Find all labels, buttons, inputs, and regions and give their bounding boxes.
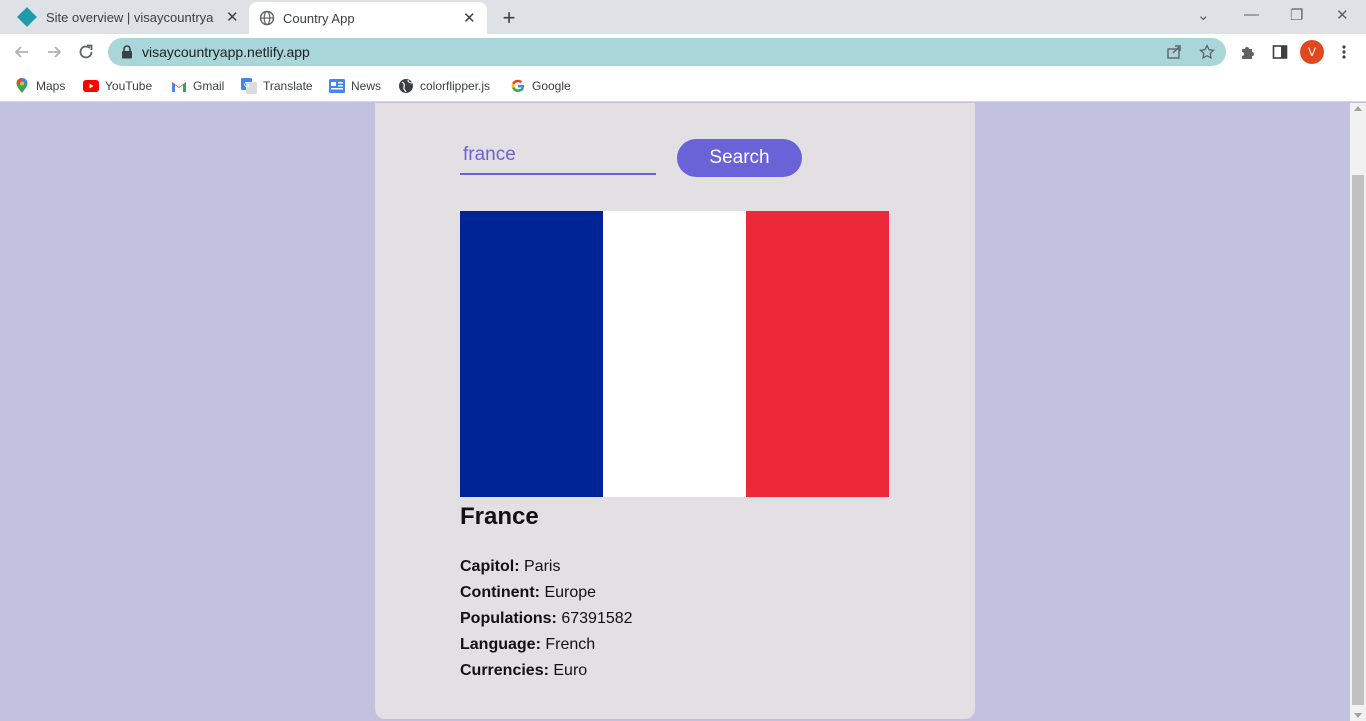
page-viewport: Search France Capitol: Paris Continent: … bbox=[0, 103, 1350, 721]
bookmark-label: YouTube bbox=[105, 79, 153, 93]
continent-label: Continent: bbox=[460, 584, 540, 601]
back-icon[interactable] bbox=[10, 40, 34, 64]
close-icon[interactable]: ✕ bbox=[226, 8, 239, 26]
scroll-up-arrow-icon[interactable] bbox=[1354, 106, 1362, 111]
restore-icon[interactable]: ❐ bbox=[1290, 6, 1303, 24]
lock-icon[interactable] bbox=[120, 45, 134, 59]
country-card: Search France Capitol: Paris Continent: … bbox=[375, 103, 975, 719]
population-label: Populations: bbox=[460, 610, 557, 627]
forward-icon[interactable] bbox=[42, 40, 66, 64]
share-icon[interactable] bbox=[1166, 44, 1182, 65]
flag-stripe-white bbox=[603, 211, 746, 497]
currencies-value: Euro bbox=[553, 662, 588, 679]
bookmark-google[interactable]: Google bbox=[510, 76, 571, 96]
browser-toolbar: visaycountryapp.netlify.app V bbox=[0, 34, 1366, 70]
new-tab-button[interactable]: + bbox=[498, 5, 520, 31]
svg-text:G: G bbox=[244, 81, 249, 89]
currencies-row: Currencies: Euro bbox=[460, 662, 587, 680]
capitol-row: Capitol: Paris bbox=[460, 558, 560, 576]
bookmark-youtube[interactable]: YouTube bbox=[83, 76, 152, 96]
menu-kebab-icon[interactable] bbox=[1332, 40, 1356, 64]
bookmark-translate[interactable]: G Translate bbox=[241, 76, 313, 96]
tab-strip: Site overview | visaycountryapp ✕ Countr… bbox=[0, 0, 1366, 34]
country-search-input[interactable] bbox=[460, 137, 656, 175]
tab-country-app[interactable]: Country App ✕ bbox=[249, 2, 487, 34]
profile-avatar[interactable]: V bbox=[1300, 40, 1324, 64]
flag-stripe-blue bbox=[460, 211, 603, 497]
tab-title: Site overview | visaycountryapp bbox=[46, 9, 214, 25]
news-icon bbox=[329, 78, 345, 94]
bookmark-colorflipper[interactable]: colorflipper.js bbox=[398, 76, 490, 96]
maps-pin-icon bbox=[14, 78, 30, 94]
bookmark-label: Google bbox=[532, 79, 571, 93]
country-name: France bbox=[460, 503, 539, 530]
close-icon[interactable]: ✕ bbox=[463, 9, 476, 27]
globe-icon bbox=[259, 10, 275, 26]
close-window-icon[interactable]: ✕ bbox=[1336, 6, 1349, 24]
bookmark-gmail[interactable]: Gmail bbox=[171, 76, 224, 96]
side-panel-icon[interactable] bbox=[1268, 40, 1292, 64]
scrollbar-thumb[interactable] bbox=[1352, 175, 1364, 705]
continent-row: Continent: Europe bbox=[460, 584, 596, 602]
currencies-label: Currencies: bbox=[460, 662, 549, 679]
bookmark-label: Translate bbox=[263, 79, 313, 93]
bookmark-maps[interactable]: Maps bbox=[14, 76, 65, 96]
bookmark-label: Gmail bbox=[193, 79, 225, 93]
population-value: 67391582 bbox=[561, 610, 633, 627]
bookmark-label: colorflipper.js bbox=[420, 79, 491, 93]
url-text: visaycountryapp.netlify.app bbox=[142, 44, 310, 60]
language-row: Language: French bbox=[460, 636, 595, 654]
address-bar[interactable]: visaycountryapp.netlify.app bbox=[108, 38, 1226, 66]
tab-title: Country App bbox=[283, 10, 355, 26]
language-label: Language: bbox=[460, 636, 541, 653]
google-icon bbox=[510, 78, 526, 94]
tab-search-chevron-icon[interactable]: ⌄ bbox=[1197, 6, 1210, 24]
gmail-icon bbox=[171, 78, 187, 94]
scroll-down-arrow-icon[interactable] bbox=[1354, 713, 1362, 718]
minimize-icon[interactable]: — bbox=[1244, 6, 1259, 23]
globe-icon bbox=[398, 78, 414, 94]
reload-icon[interactable] bbox=[74, 40, 98, 64]
youtube-icon bbox=[83, 78, 99, 94]
translate-icon: G bbox=[241, 78, 257, 94]
tab-site-overview[interactable]: Site overview | visaycountryapp ✕ bbox=[8, 0, 248, 34]
population-row: Populations: 67391582 bbox=[460, 610, 633, 628]
language-value: French bbox=[545, 636, 596, 653]
netlify-diamond-icon bbox=[17, 7, 37, 27]
bookmarks-bar: Maps YouTube Gmail G Translate News colo… bbox=[0, 70, 1366, 102]
page-scrollbar[interactable] bbox=[1350, 103, 1366, 721]
country-flag-image bbox=[460, 211, 889, 497]
search-button[interactable]: Search bbox=[677, 139, 802, 177]
continent-value: Europe bbox=[544, 584, 597, 601]
extensions-puzzle-icon[interactable] bbox=[1236, 40, 1260, 64]
flag-stripe-red bbox=[746, 211, 889, 497]
bookmark-star-icon[interactable] bbox=[1199, 43, 1215, 65]
bookmark-label: Maps bbox=[36, 79, 66, 93]
capitol-value: Paris bbox=[524, 558, 561, 575]
bookmark-news[interactable]: News bbox=[329, 76, 381, 96]
bookmark-label: News bbox=[351, 79, 382, 93]
capitol-label: Capitol: bbox=[460, 558, 520, 575]
